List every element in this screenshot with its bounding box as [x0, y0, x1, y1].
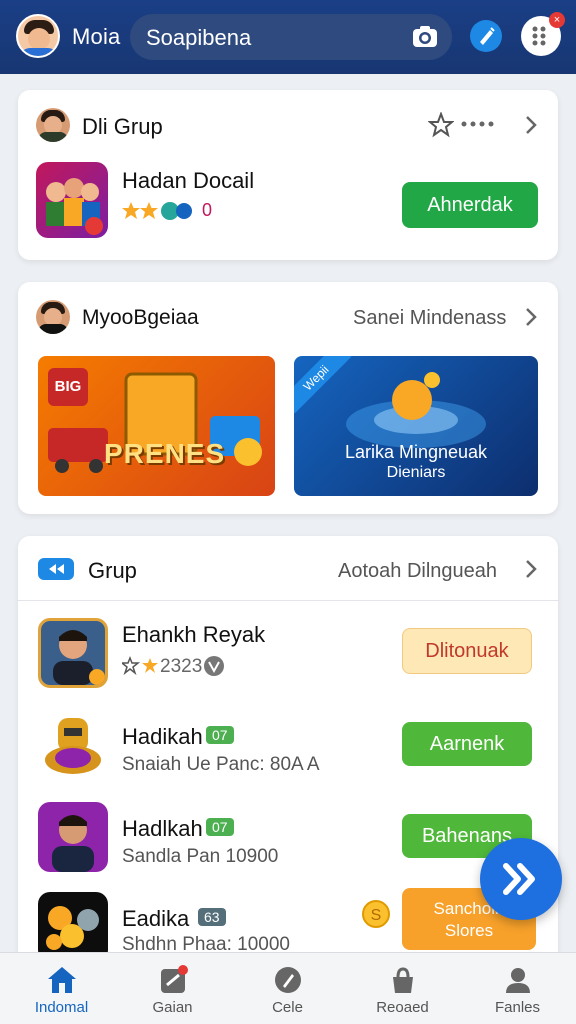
knight-icon: [45, 718, 101, 774]
chevron-right-icon[interactable]: [524, 114, 538, 136]
nav-item-profile[interactable]: Fanles: [460, 953, 575, 1024]
game-thumbnail: [38, 802, 108, 872]
list-item[interactable]: Hadlkah 07 Sandla Pan 10900 Bahenans: [18, 798, 558, 882]
list-item[interactable]: Hadikah 07 Snaiah Ue Panc: 80A A Aarnenk: [18, 706, 558, 790]
more-icon[interactable]: [460, 120, 494, 128]
camera-icon[interactable]: [412, 25, 438, 49]
chevron-right-icon[interactable]: [524, 558, 538, 580]
edit-button[interactable]: [470, 20, 502, 52]
banner-title: Larika Mingneuak: [344, 442, 488, 462]
promo-banner-2[interactable]: Wepii Larika Mingneuak Dieniars: [294, 356, 538, 496]
promo-banner-1[interactable]: BIG PRENES: [38, 356, 275, 496]
game-title: Ehankh Reyak: [122, 622, 266, 647]
button-line-2: Slores: [444, 921, 494, 940]
banner-badge: BIG: [48, 368, 88, 406]
rating-text: 0: [202, 200, 213, 220]
banner-title: PRENES: [104, 438, 226, 469]
nav-item-home[interactable]: Indomal: [4, 953, 119, 1024]
game-thumbnail: [38, 710, 108, 782]
game-title: Eadika: [122, 906, 190, 931]
pen-icon: [480, 27, 495, 45]
bottom-navigation: Indomal Gaian Cele Reoaed Fanles: [0, 952, 576, 1024]
nav-item-games[interactable]: Gaian: [115, 953, 230, 1024]
search-input[interactable]: Soapibena: [146, 25, 251, 51]
games-icon: [161, 965, 188, 993]
home-icon: [48, 967, 76, 993]
game-artwork: [46, 178, 103, 235]
list-item[interactable]: Ehankh Reyak 2323 Dlitonuak: [18, 614, 558, 694]
game-title: Hadan Docail: [122, 168, 255, 193]
row-action-button[interactable]: Dlitonuak: [402, 628, 532, 674]
coin-icon: S: [362, 900, 390, 928]
nav-label: Indomal: [34, 999, 89, 1016]
game-title: Hadikah: [122, 724, 203, 749]
top-bar: Moia Soapibena ×: [0, 0, 576, 74]
game-title: Hadlkah: [122, 816, 203, 841]
fast-forward-fab[interactable]: [480, 838, 562, 920]
group-avatar: [36, 108, 70, 142]
group-avatar: [36, 300, 70, 334]
svg-text:S: S: [371, 907, 382, 924]
avatar: [52, 815, 94, 872]
bag-icon: [393, 967, 413, 993]
version-tag: 07: [206, 726, 234, 744]
notification-badge: ×: [549, 12, 565, 28]
game-subtitle: Sandla Pan 10900: [122, 846, 279, 867]
game-thumbnail[interactable]: [36, 162, 108, 238]
star-icon[interactable]: [428, 112, 454, 138]
avatar: [41, 621, 105, 685]
nav-label: Cele: [272, 999, 303, 1016]
divider: [18, 600, 558, 601]
card-title: MyooBgeiaa: [82, 306, 199, 329]
rating-icons: [122, 202, 192, 220]
see-more-link[interactable]: Sanei Mindenass: [353, 307, 506, 330]
play-button[interactable]: Ahnerdak: [402, 182, 538, 228]
card-title: Dli Grup: [82, 114, 163, 139]
nav-item-rewards[interactable]: Reoaed: [345, 953, 460, 1024]
rating-stars-icon: [122, 656, 158, 676]
user-avatar[interactable]: [16, 14, 60, 58]
see-more-link[interactable]: Aotoah Dilngueah: [338, 560, 497, 583]
nav-label: Gaian: [152, 999, 193, 1016]
group-card-1: Dli Grup Hadan Docail 0 Ahnerdak: [18, 90, 558, 260]
row-action-button[interactable]: Aarnenk: [402, 722, 532, 766]
game-thumbnail: [38, 618, 108, 688]
group-card-3: Grup Aotoah Dilngueah Ehankh Reyak 2323 …: [18, 536, 558, 966]
rating-text: 2323: [160, 656, 203, 677]
card-title: Grup: [88, 558, 137, 583]
profile-icon: [506, 968, 530, 993]
fast-forward-icon: [503, 863, 535, 895]
banner-subtitle: Dieniars: [386, 464, 446, 481]
search-bar[interactable]: Soapibena: [130, 14, 452, 60]
chevron-right-icon[interactable]: [524, 306, 538, 328]
game-subtitle: Snaiah Ue Panc: 80A A: [122, 754, 320, 775]
user-name: Moia: [72, 24, 121, 49]
version-tag: 07: [206, 818, 234, 836]
verified-icon: [204, 656, 224, 676]
pen-icon: [275, 967, 301, 993]
nav-item-create[interactable]: Cele: [230, 953, 345, 1024]
nav-label: Reoaed: [376, 999, 429, 1016]
group-icon: [38, 558, 74, 580]
rating-row: 0: [122, 200, 222, 222]
version-tag: 63: [198, 908, 226, 926]
apps-menu-button[interactable]: ×: [521, 12, 565, 56]
group-card-2: MyooBgeiaa Sanei Mindenass BIG PRENES We…: [18, 282, 558, 514]
nav-label: Fanles: [494, 999, 541, 1016]
